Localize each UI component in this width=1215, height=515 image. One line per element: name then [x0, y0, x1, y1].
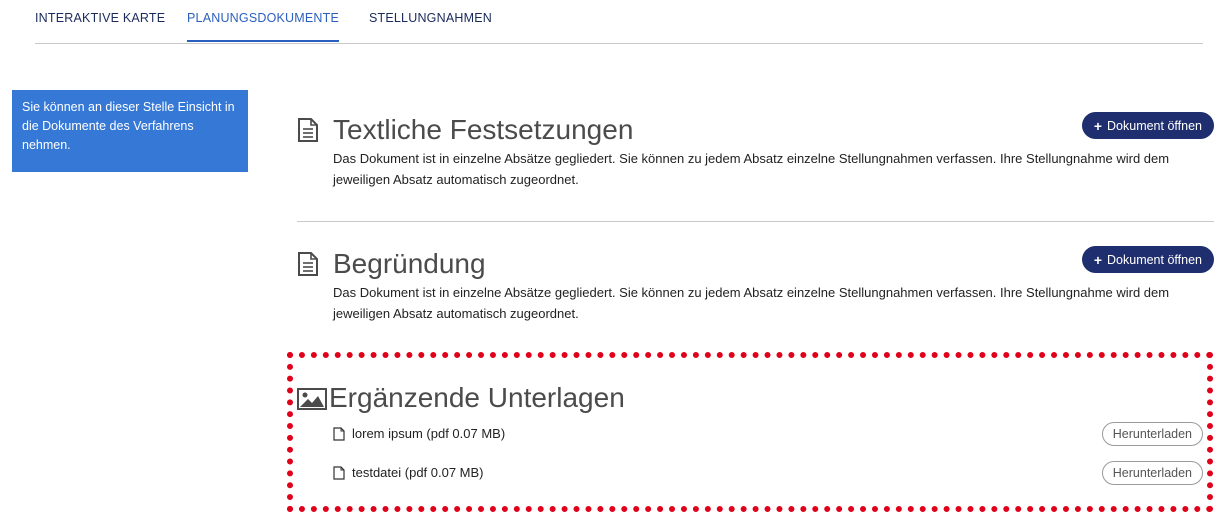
file-row: lorem ipsum (pdf 0.07 MB) Herunterladen: [333, 422, 1203, 448]
tab-planungsdokumente[interactable]: PLANUNGSDOKUMENTE: [187, 11, 340, 42]
file-name: lorem ipsum (pdf 0.07 MB): [352, 426, 506, 441]
section-divider: [297, 221, 1214, 222]
file-icon: [333, 466, 345, 480]
open-document-button[interactable]: + Dokument öffnen: [1081, 112, 1214, 139]
tab-stellungnahmen[interactable]: STELLUNGNAHMEN: [369, 11, 492, 25]
document-title: Begründung: [333, 248, 486, 279]
file-icon: [333, 427, 345, 441]
supplementary-title: Ergänzende Unterlagen: [329, 382, 625, 413]
document-description: Das Dokument ist in einzelne Absätze geg…: [333, 285, 1170, 321]
download-button[interactable]: Herunterladen: [1101, 461, 1203, 485]
document-header: Textliche Festsetzungen + Dokument öffne…: [297, 110, 1214, 152]
file-row: testdatei (pdf 0.07 MB) Herunterladen: [333, 461, 1203, 487]
document-header: Begründung + Dokument öffnen: [297, 244, 1214, 286]
info-box: Sie können an dieser Stelle Einsicht in …: [12, 90, 248, 172]
image-icon: [297, 388, 327, 410]
file-name: testdatei (pdf 0.07 MB): [352, 465, 484, 480]
open-document-label: Dokument öffnen: [1107, 118, 1202, 133]
tab-bar: INTERAKTIVE KARTE PLANUNGSDOKUMENTE STEL…: [35, 0, 1203, 44]
plus-icon: +: [1093, 117, 1103, 134]
plus-icon: +: [1093, 251, 1103, 268]
document-description: Das Dokument ist in einzelne Absätze geg…: [333, 151, 1170, 187]
document-section-begruendung: Begründung + Dokument öffnen Das Dokumen…: [297, 244, 1214, 321]
open-document-label: Dokument öffnen: [1107, 252, 1202, 267]
tab-interaktive-karte[interactable]: INTERAKTIVE KARTE: [35, 11, 165, 25]
document-title: Textliche Festsetzungen: [333, 114, 634, 145]
document-section-textliche-festsetzungen: Textliche Festsetzungen + Dokument öffne…: [297, 110, 1214, 187]
document-icon: [298, 118, 318, 142]
document-icon: [298, 252, 318, 276]
open-document-button[interactable]: + Dokument öffnen: [1081, 246, 1214, 273]
download-button[interactable]: Herunterladen: [1101, 422, 1203, 446]
